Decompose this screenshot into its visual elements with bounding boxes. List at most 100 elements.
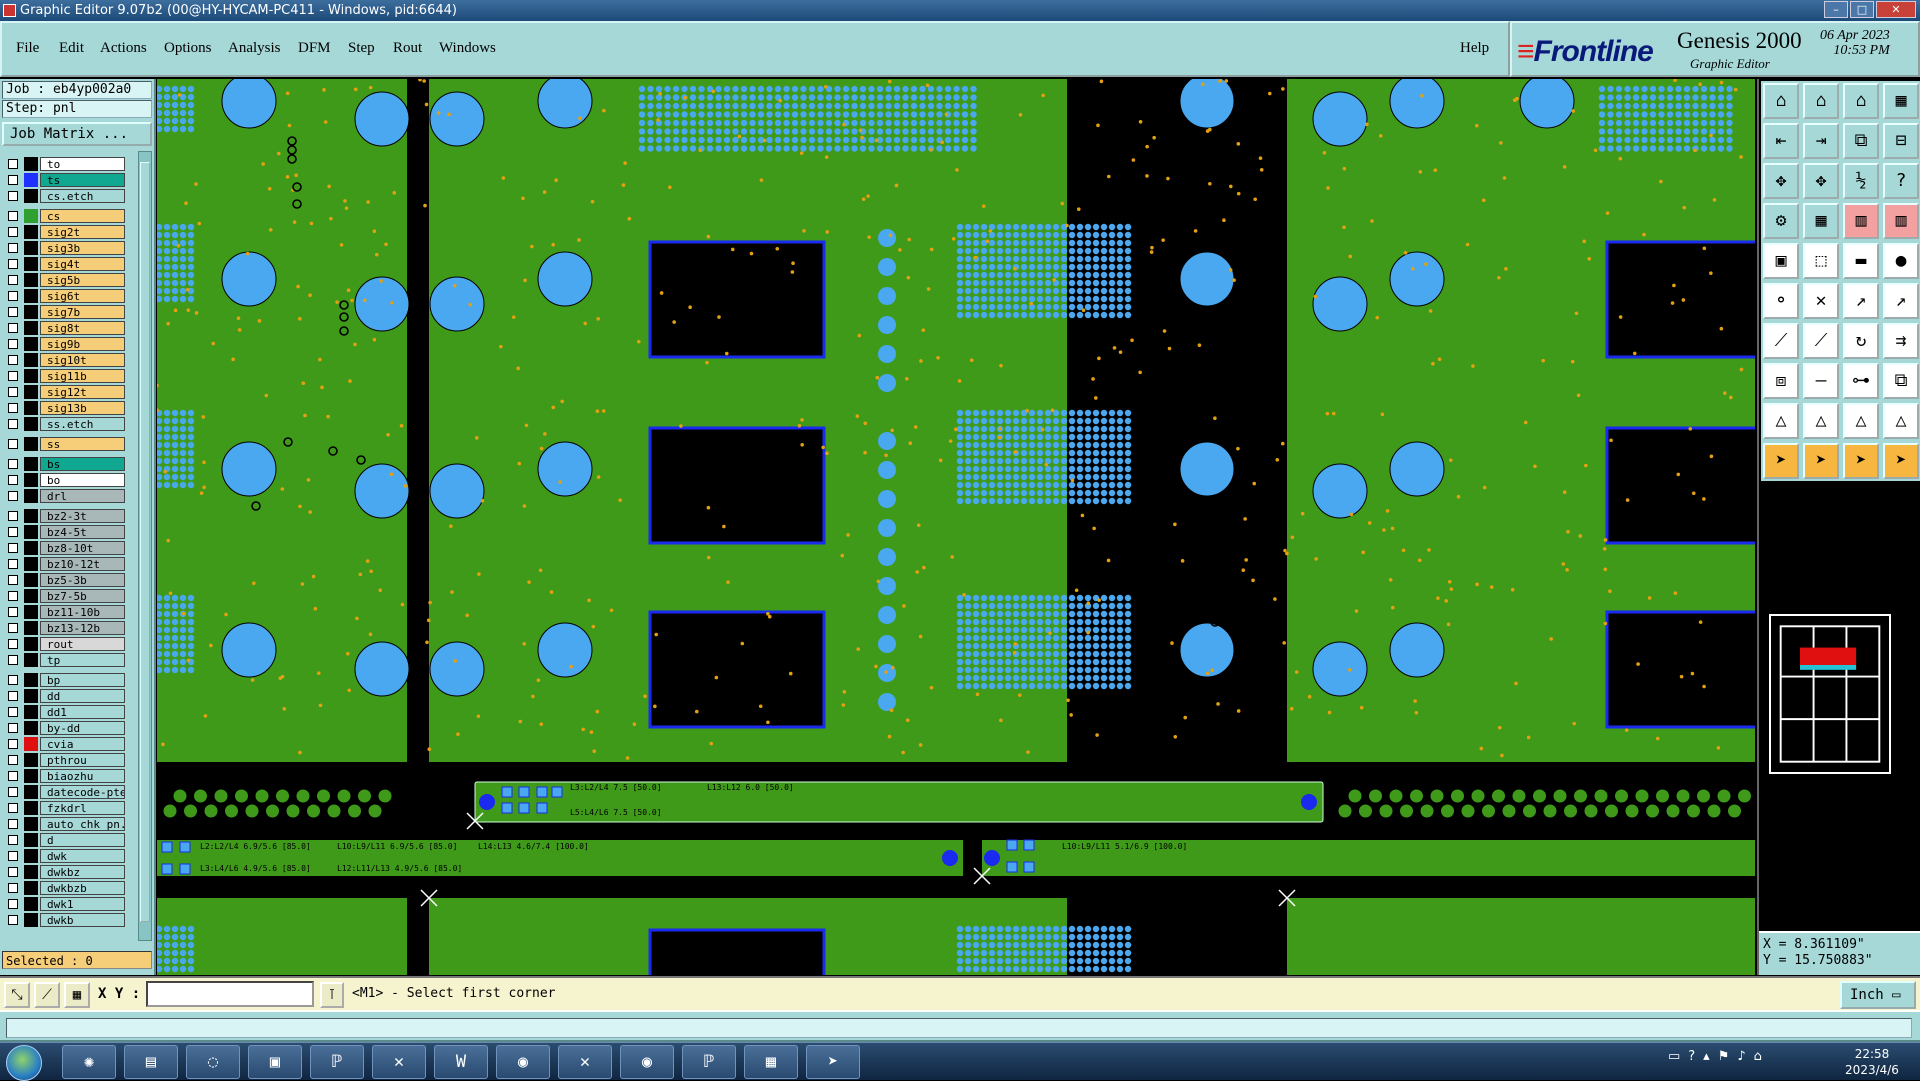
tool-button-5-icon[interactable]: ⇤: [1763, 123, 1799, 159]
layer-name[interactable]: to: [40, 157, 125, 171]
layer-color-swatch[interactable]: [24, 673, 38, 687]
layer-color-swatch[interactable]: [24, 737, 38, 751]
layer-name[interactable]: dwk: [40, 849, 125, 863]
zoom-area-icon[interactable]: ⤡: [4, 982, 30, 1008]
layer-row[interactable]: cs.etch: [4, 189, 125, 203]
layer-color-swatch[interactable]: [24, 849, 38, 863]
layer-checkbox[interactable]: [8, 915, 18, 925]
layer-color-swatch[interactable]: [24, 833, 38, 847]
layer-name[interactable]: auto_chk_pn.: [40, 817, 125, 831]
input-mode-button[interactable]: ⊺: [320, 982, 344, 1008]
layer-color-swatch[interactable]: [24, 897, 38, 911]
tool-button-29-icon[interactable]: ⧈: [1763, 363, 1799, 399]
layer-row[interactable]: dwkbzb: [4, 881, 125, 895]
layer-name[interactable]: drl: [40, 489, 125, 503]
layer-color-swatch[interactable]: [24, 817, 38, 831]
layer-name[interactable]: bo: [40, 473, 125, 487]
layer-row[interactable]: dwk1: [4, 897, 125, 911]
layer-row[interactable]: datecode-pte: [4, 785, 125, 799]
layer-checkbox[interactable]: [8, 259, 18, 269]
layer-row[interactable]: sig11b: [4, 369, 125, 383]
pcb-view[interactable]: L3:L2/L4 7.5 [50.0] L13:L12 6.0 [50.0]L5:…: [157, 79, 1755, 975]
layer-name[interactable]: cs: [40, 209, 125, 223]
layer-color-swatch[interactable]: [24, 913, 38, 927]
tool-button-32-icon[interactable]: ⧉: [1883, 363, 1919, 399]
tool-button-22-icon[interactable]: ✕: [1803, 283, 1839, 319]
layer-checkbox[interactable]: [8, 819, 18, 829]
layer-checkbox[interactable]: [8, 899, 18, 909]
layer-row[interactable]: biaozhu: [4, 769, 125, 783]
layer-name[interactable]: sig6t: [40, 289, 125, 303]
layer-row[interactable]: drl: [4, 489, 125, 503]
tool-button-10-icon[interactable]: ✥: [1803, 163, 1839, 199]
layer-checkbox[interactable]: [8, 575, 18, 585]
measure-icon[interactable]: ⟋: [34, 982, 60, 1008]
taskbar-save-icon[interactable]: ▣: [248, 1045, 302, 1079]
maximize-button[interactable]: □: [1850, 1, 1874, 18]
layer-color-swatch[interactable]: [24, 705, 38, 719]
layer-checkbox[interactable]: [8, 439, 18, 449]
scroll-thumb[interactable]: [140, 162, 150, 922]
layer-checkbox[interactable]: [8, 355, 18, 365]
layer-name[interactable]: sig12t: [40, 385, 125, 399]
tool-button-16-icon[interactable]: ▥: [1883, 203, 1919, 239]
layer-name[interactable]: cs.etch: [40, 189, 125, 203]
close-button[interactable]: ✕: [1876, 1, 1916, 18]
layer-scrollbar[interactable]: [138, 151, 152, 941]
layer-row[interactable]: bz11-10b: [4, 605, 125, 619]
tool-button-31-icon[interactable]: ⊶: [1843, 363, 1879, 399]
layer-name[interactable]: bz11-10b: [40, 605, 125, 619]
layer-color-swatch[interactable]: [24, 721, 38, 735]
layer-checkbox[interactable]: [8, 803, 18, 813]
layer-checkbox[interactable]: [8, 275, 18, 285]
layer-checkbox[interactable]: [8, 175, 18, 185]
layer-name[interactable]: ss: [40, 437, 125, 451]
tool-button-3-icon[interactable]: ⌂: [1843, 83, 1879, 119]
layer-color-swatch[interactable]: [24, 337, 38, 351]
layer-color-swatch[interactable]: [24, 369, 38, 383]
layer-checkbox[interactable]: [8, 607, 18, 617]
layer-row[interactable]: ts: [4, 173, 125, 187]
layer-checkbox[interactable]: [8, 835, 18, 845]
layer-color-swatch[interactable]: [24, 305, 38, 319]
layer-row[interactable]: sig5b: [4, 273, 125, 287]
layer-color-swatch[interactable]: [24, 865, 38, 879]
tool-button-13-icon[interactable]: ⚙: [1763, 203, 1799, 239]
layer-row[interactable]: bz2-3t: [4, 509, 125, 523]
layer-checkbox[interactable]: [8, 639, 18, 649]
layer-row[interactable]: ss.etch: [4, 417, 125, 431]
layer-row[interactable]: sig8t: [4, 321, 125, 335]
layer-name[interactable]: tp: [40, 653, 125, 667]
layer-name[interactable]: pthrou: [40, 753, 125, 767]
layer-color-swatch[interactable]: [24, 241, 38, 255]
layer-checkbox[interactable]: [8, 691, 18, 701]
layer-color-swatch[interactable]: [24, 769, 38, 783]
menu-options[interactable]: Options: [164, 40, 212, 57]
layer-name[interactable]: ts: [40, 173, 125, 187]
layer-name[interactable]: dd1: [40, 705, 125, 719]
overview-map[interactable]: [1769, 614, 1891, 774]
tool-button-28-icon[interactable]: ⇉: [1883, 323, 1919, 359]
menu-step[interactable]: Step: [348, 40, 375, 57]
layer-name[interactable]: sig3b: [40, 241, 125, 255]
taskbar-clock[interactable]: 22:58 2023/4/6: [1832, 1046, 1912, 1078]
tool-button-15-icon[interactable]: ▥: [1843, 203, 1879, 239]
taskbar-shell-icon[interactable]: ✺: [62, 1045, 116, 1079]
layer-name[interactable]: bz7-5b: [40, 589, 125, 603]
layer-name[interactable]: bs: [40, 457, 125, 471]
menu-help[interactable]: Help: [1460, 40, 1489, 57]
layer-color-swatch[interactable]: [24, 289, 38, 303]
layer-checkbox[interactable]: [8, 323, 18, 333]
layer-checkbox[interactable]: [8, 655, 18, 665]
layer-name[interactable]: dwkbzb: [40, 881, 125, 895]
xy-input[interactable]: [146, 981, 314, 1007]
layer-color-swatch[interactable]: [24, 437, 38, 451]
layer-checkbox[interactable]: [8, 159, 18, 169]
job-matrix-button[interactable]: Job Matrix ...: [2, 122, 152, 146]
layer-row[interactable]: sig13b: [4, 401, 125, 415]
tool-button-18-icon[interactable]: ⬚: [1803, 243, 1839, 279]
unit-selector[interactable]: Inch ▭: [1840, 981, 1916, 1009]
layer-name[interactable]: dwk1: [40, 897, 125, 911]
tool-button-23-icon[interactable]: ↗: [1843, 283, 1879, 319]
layer-row[interactable]: bo: [4, 473, 125, 487]
